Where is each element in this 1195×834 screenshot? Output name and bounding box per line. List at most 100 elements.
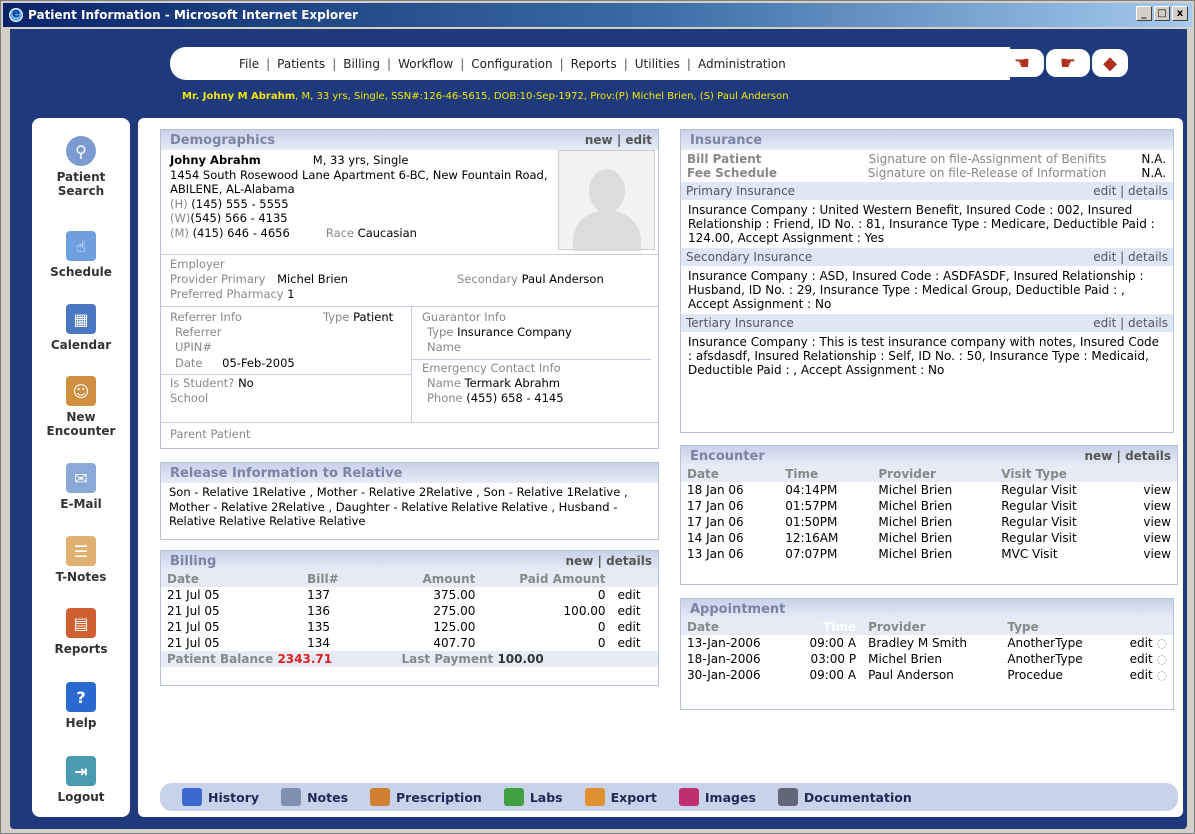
nav-calendar[interactable]: ▦ Calendar (32, 304, 130, 352)
hand-point-icon[interactable]: ☛ (1046, 49, 1090, 77)
history-icon (182, 788, 202, 806)
appointment-row: 18-Jan-2006 03:00 P Michel Brien AnotherTyp… (687, 652, 1167, 666)
main-content: Demographics new | edit Johny Abrahm M, 3… (138, 118, 1183, 817)
demographics-edit-link[interactable]: edit (625, 133, 652, 147)
encounter-panel: Encounter new | details Date Time Provider… (680, 445, 1178, 585)
hand-back-icon[interactable]: ☚ (1000, 49, 1044, 77)
comment-icon[interactable]: ◌ (1157, 636, 1167, 650)
prescription-button[interactable]: Prescription (370, 788, 482, 806)
provider-secondary: Paul Anderson (521, 272, 604, 286)
nav-patient-search[interactable]: ⚲ Patient Search (32, 136, 130, 198)
patient-info-bar: Mr. Johny M Abrahm , M, 33 yrs, Single, … (150, 85, 1187, 107)
billing-edit-link[interactable]: edit (612, 587, 658, 603)
release-text: Son - Relative 1Relative , Mother - Rela… (169, 485, 628, 528)
minimize-button[interactable]: _ (1136, 6, 1152, 21)
nav-reports[interactable]: ▤ Reports (32, 608, 130, 656)
billing-details-link[interactable]: details (606, 554, 652, 568)
billing-new-link[interactable]: new (566, 554, 594, 568)
encounter-view-link[interactable]: view (1120, 530, 1177, 546)
release-panel: Release Information to Relative Son - Re… (160, 462, 659, 540)
images-button[interactable]: Images (678, 788, 756, 806)
nav-logout[interactable]: ⇥ Logout (32, 756, 130, 804)
browser-window: Patient Information - Microsoft Internet… (0, 0, 1195, 834)
menu-workflow[interactable]: Workflow (391, 57, 460, 71)
secondary-details-link[interactable]: details (1128, 250, 1168, 264)
menu-patients[interactable]: Patients (270, 57, 332, 71)
billing-row: 21 Jul 05 136 275.00 100.00 edit (161, 603, 658, 619)
billing-edit-link[interactable]: edit (612, 635, 658, 651)
menu-billing[interactable]: Billing (336, 57, 387, 71)
ie-logo-icon (9, 6, 23, 22)
window-title: Patient Information - Microsoft Internet… (28, 8, 359, 22)
export-button[interactable]: Export (584, 788, 657, 806)
menu-administration[interactable]: Administration (691, 57, 793, 71)
close-button[interactable]: x (1172, 6, 1188, 21)
menu-configuration[interactable]: Configuration (464, 57, 559, 71)
labs-button[interactable]: Labs (503, 788, 563, 806)
nav-t-notes[interactable]: ☰ T-Notes (32, 536, 130, 584)
encounter-view-link[interactable]: view (1120, 482, 1177, 498)
menu-file[interactable]: File (232, 57, 266, 71)
demographics-new-link[interactable]: new (585, 133, 613, 147)
appointment-edit-link[interactable]: edit (1130, 636, 1153, 650)
calendar-icon: ▦ (66, 304, 96, 334)
billing-row: 21 Jul 05 135 125.00 0 edit (161, 619, 658, 635)
encounter-view-link[interactable]: view (1120, 498, 1177, 514)
maximize-button[interactable]: □ (1154, 6, 1170, 21)
help-icon: ? (66, 682, 96, 712)
primary-edit-link[interactable]: edit (1093, 184, 1116, 198)
documentation-icon (777, 788, 798, 806)
menu-utilities[interactable]: Utilities (628, 57, 687, 71)
logout-icon: ⇥ (66, 756, 96, 786)
history-button[interactable]: History (182, 788, 259, 806)
race: Caucasian (357, 225, 417, 240)
comment-icon[interactable]: ◌ (1157, 668, 1167, 682)
book-icon[interactable]: ◆ (1092, 49, 1128, 77)
demographics-title: Demographics (170, 132, 276, 148)
left-nav: ⚲ Patient Search ☝ Schedule ▦ Calendar ☺ … (32, 118, 130, 817)
encounter-row: 13 Jan 06 07:07PM Michel Brien MVC Visit vie… (681, 546, 1177, 562)
t-notes-icon: ☰ (66, 536, 96, 566)
notes-button[interactable]: Notes (281, 788, 348, 806)
comment-icon[interactable]: ◌ (1157, 652, 1167, 666)
nav-help[interactable]: ? Help (32, 682, 130, 730)
tertiary-insurance-text: Insurance Company : This is test insuran… (688, 335, 1160, 377)
billing-edit-link[interactable]: edit (612, 619, 658, 635)
work-phone: (545) 566 - 4135 (190, 211, 288, 225)
encounter-details-link[interactable]: details (1125, 449, 1171, 463)
billing-row: 21 Jul 05 134 407.70 0 edit (161, 635, 658, 651)
appointment-edit-link[interactable]: edit (1130, 652, 1153, 666)
billing-edit-link[interactable]: edit (612, 603, 658, 619)
encounter-new-link[interactable]: new (1085, 449, 1113, 463)
main-menu: File | Patients | Billing | Workflow | Confi… (170, 47, 1010, 80)
is-student: No (238, 375, 254, 390)
emergency-name: Termark Abrahm (464, 375, 560, 390)
guarantor-type: Insurance Company (457, 325, 572, 340)
appointment-table: Date Time Provider Type 13-Jan-2006 09:00 AB… (681, 619, 1173, 683)
referrer-type: Patient (353, 310, 394, 324)
demo-summary: M, 33 yrs, Single (312, 153, 409, 167)
encounter-row: 17 Jan 06 01:50PM Michel Brien Regular Visi… (681, 514, 1177, 530)
encounter-view-link[interactable]: view (1120, 514, 1177, 530)
menu-reports[interactable]: Reports (564, 57, 624, 71)
secondary-insurance-text: Insurance Company : ASD, Insured Code : … (688, 269, 1144, 311)
appointment-edit-link[interactable]: edit (1130, 668, 1153, 682)
primary-details-link[interactable]: details (1128, 184, 1168, 198)
patient-details: , M, 33 yrs, Single, SSN#:126-46-5615, D… (295, 90, 789, 102)
encounter-row: 18 Jan 06 04:14PM Michel Brien Regular Visi… (681, 482, 1177, 498)
export-icon (584, 788, 605, 806)
release-title: Release Information to Relative (170, 465, 403, 481)
reports-icon: ▤ (66, 608, 96, 638)
secondary-edit-link[interactable]: edit (1093, 250, 1116, 264)
tertiary-edit-link[interactable]: edit (1093, 316, 1116, 330)
nav-schedule[interactable]: ☝ Schedule (32, 231, 130, 279)
encounter-view-link[interactable]: view (1120, 546, 1177, 562)
nav-email[interactable]: ✉ E-Mail (32, 463, 130, 511)
prescription-icon (370, 788, 391, 806)
title-bar: Patient Information - Microsoft Internet… (3, 3, 1192, 27)
tertiary-details-link[interactable]: details (1128, 316, 1168, 330)
patient-name[interactable]: Mr. Johny M Abrahm (182, 91, 295, 102)
labs-icon (503, 788, 524, 806)
documentation-button[interactable]: Documentation (777, 788, 912, 806)
nav-new-encounter[interactable]: ☺ New Encounter (32, 376, 130, 438)
